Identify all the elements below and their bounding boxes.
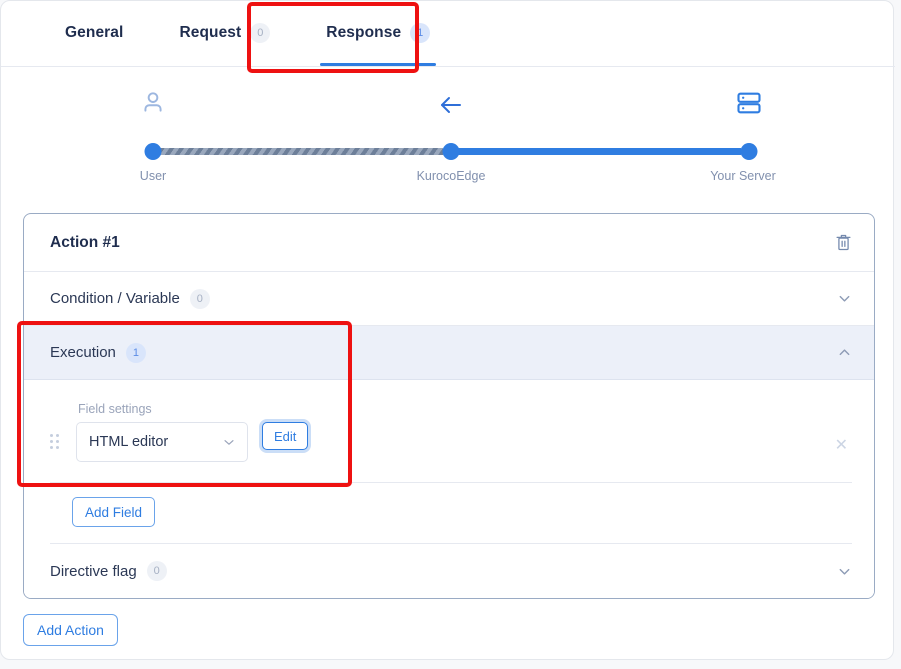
tab-response-badge: 1 bbox=[410, 23, 431, 43]
tab-general-label: General bbox=[65, 24, 124, 41]
flow-node-your-server bbox=[740, 143, 758, 160]
flow-node-user bbox=[144, 143, 162, 160]
page-card: General Request 0 Response 1 User Kuroco… bbox=[0, 0, 895, 660]
tab-response-underline bbox=[320, 62, 437, 66]
tab-general[interactable]: General bbox=[37, 0, 151, 66]
field-type-select-value: HTML editor bbox=[89, 434, 169, 450]
flow-segment-user-to-edge bbox=[149, 148, 443, 155]
flow-labels: User KurocoEdge Your Server bbox=[139, 169, 776, 189]
flow-label-user: User bbox=[139, 169, 167, 183]
section-directive-flag-badge: 0 bbox=[146, 561, 167, 581]
add-field-wrap: Add Field bbox=[50, 483, 852, 544]
tab-bar: General Request 0 Response 1 bbox=[1, 1, 895, 67]
field-settings-group: Field settings HTML editor bbox=[76, 402, 248, 462]
execution-body: Field settings HTML editor Edit ✕ Add Fi… bbox=[24, 380, 874, 544]
section-execution-badge: 1 bbox=[125, 342, 146, 363]
section-execution[interactable]: Execution 1 bbox=[24, 326, 874, 380]
tab-request-label: Request bbox=[179, 24, 242, 41]
chevron-down-icon bbox=[222, 435, 236, 449]
section-directive-flag-title: Directive flag bbox=[50, 562, 137, 580]
action-card: Action #1 Condition / Variable 0 Executi… bbox=[23, 213, 875, 599]
app-root: General Request 0 Response 1 User Kuroco… bbox=[0, 0, 901, 669]
user-icon bbox=[140, 89, 166, 115]
flow-icons bbox=[141, 89, 761, 133]
field-row: Field settings HTML editor Edit ✕ bbox=[50, 380, 852, 483]
add-action-wrap: Add Action bbox=[23, 614, 118, 646]
add-action-button[interactable]: Add Action bbox=[23, 614, 118, 646]
tab-response-label: Response bbox=[326, 24, 402, 41]
flow-label-your-server: Your Server bbox=[710, 169, 776, 183]
chevron-down-icon[interactable] bbox=[837, 291, 852, 306]
tab-request-badge: 0 bbox=[250, 23, 271, 43]
tab-response[interactable]: Response 1 bbox=[298, 0, 458, 66]
arrow-left-icon bbox=[437, 93, 465, 117]
action-title: Action #1 bbox=[50, 233, 120, 251]
flow-node-kurocoedge bbox=[442, 143, 460, 160]
field-type-select[interactable]: HTML editor bbox=[76, 422, 248, 462]
action-header: Action #1 bbox=[24, 214, 874, 272]
flow-track bbox=[141, 143, 761, 160]
trash-icon[interactable] bbox=[835, 233, 852, 252]
section-condition-variable-title: Condition / Variable bbox=[50, 290, 180, 307]
field-settings-label: Field settings bbox=[78, 402, 152, 416]
drag-handle-icon[interactable] bbox=[50, 434, 62, 449]
add-field-button[interactable]: Add Field bbox=[72, 497, 156, 527]
request-flow-diagram: User KurocoEdge Your Server bbox=[139, 89, 776, 193]
section-directive-flag-left: Directive flag 0 bbox=[50, 561, 167, 581]
flow-segment-edge-to-server bbox=[444, 148, 741, 155]
flow-label-kurocoedge: KurocoEdge bbox=[416, 169, 486, 183]
tab-request[interactable]: Request 0 bbox=[151, 0, 298, 66]
section-condition-variable-left: Condition / Variable 0 bbox=[50, 288, 210, 309]
server-icon bbox=[735, 89, 763, 117]
section-condition-variable-badge: 0 bbox=[189, 288, 210, 309]
chevron-up-icon[interactable] bbox=[837, 345, 852, 360]
close-icon[interactable]: ✕ bbox=[835, 438, 848, 454]
section-condition-variable[interactable]: Condition / Variable 0 bbox=[24, 272, 874, 326]
chevron-down-icon[interactable] bbox=[837, 564, 852, 579]
edit-button[interactable]: Edit bbox=[262, 422, 309, 450]
section-execution-title: Execution bbox=[50, 344, 116, 361]
section-execution-left: Execution 1 bbox=[50, 342, 146, 363]
section-directive-flag[interactable]: Directive flag 0 bbox=[24, 544, 874, 598]
